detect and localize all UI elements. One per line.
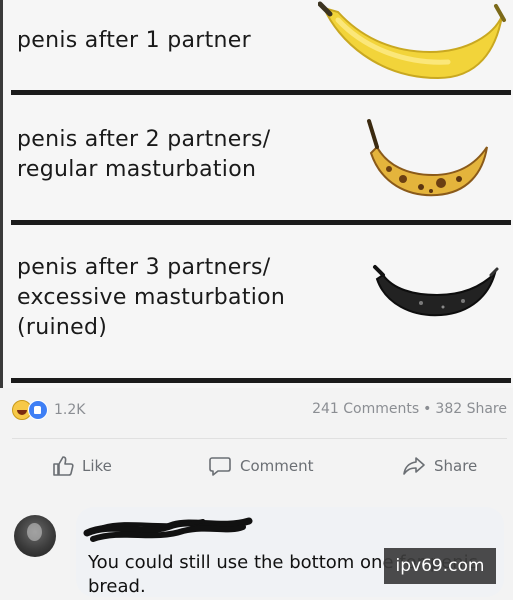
meme-panel-2: penis after 2 partners/ regular masturba…	[13, 95, 513, 220]
panel-3-caption: penis after 3 partners/ excessive mastur…	[17, 255, 286, 340]
shares-count-link[interactable]: 382 Share	[435, 401, 507, 417]
engagement-counts: 241 Comments • 382 Share	[312, 401, 507, 417]
meme-panel-1: penis after 1 partner	[13, 0, 513, 90]
meta-separator: •	[423, 401, 432, 417]
redacted-name-scribble	[83, 517, 253, 542]
meme-panel-3: penis after 3 partners/ excessive mastur…	[13, 225, 513, 378]
black-banana-image	[373, 265, 499, 317]
comment-label: Comment	[240, 457, 314, 475]
reaction-count: 1.2K	[54, 402, 86, 418]
share-label: Share	[434, 457, 478, 475]
actions-divider	[12, 438, 507, 439]
share-button[interactable]: Share	[402, 455, 477, 477]
like-label: Like	[82, 457, 112, 475]
panel-divider-3	[11, 378, 511, 383]
panel-2-caption: penis after 2 partners/ regular masturba…	[17, 127, 271, 182]
post-actions-bar: Like Comment Share	[0, 455, 513, 489]
panel-1-caption: penis after 1 partner	[17, 28, 251, 53]
comment-button[interactable]: Comment	[208, 455, 314, 477]
reactions-summary[interactable]: 1.2K	[12, 399, 85, 421]
comments-count-link[interactable]: 241 Comments	[312, 401, 419, 417]
meme-image: penis after 1 partner penis after 2 part…	[0, 0, 513, 388]
site-watermark: ipv69.com	[384, 548, 496, 584]
like-button[interactable]: Like	[52, 455, 112, 477]
yellow-banana-image	[318, 1, 506, 80]
thumbs-up-icon	[53, 456, 74, 476]
comment-bubble-icon	[209, 457, 231, 476]
share-arrow-icon	[403, 457, 425, 475]
spotted-banana-image	[367, 119, 488, 197]
commenter-avatar[interactable]	[14, 515, 56, 557]
like-reaction-icon	[28, 400, 48, 420]
